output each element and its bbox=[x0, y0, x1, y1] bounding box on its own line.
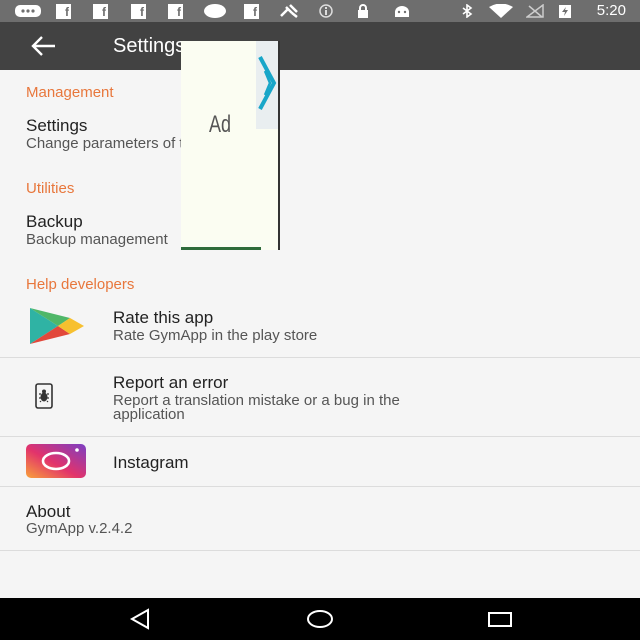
facebook-icon: f bbox=[131, 4, 146, 19]
navigation-bar bbox=[0, 598, 640, 640]
info-icon bbox=[319, 4, 333, 18]
divider bbox=[0, 486, 640, 487]
android-icon bbox=[395, 6, 409, 17]
home-circle-icon[interactable] bbox=[306, 608, 334, 630]
battery-charging-icon bbox=[559, 5, 571, 18]
page-title: Settings bbox=[113, 35, 186, 57]
satellite-icon bbox=[280, 4, 298, 18]
facebook-icon: f bbox=[56, 4, 71, 19]
status-time: 5:20 bbox=[596, 2, 626, 19]
status-bar: f f f f f 5:20 bbox=[0, 0, 640, 22]
item-title-report-error: Report an error bbox=[113, 373, 229, 392]
item-title-about: About bbox=[26, 502, 71, 521]
item-subtitle-backup: Backup management bbox=[26, 231, 168, 248]
facebook-icon: f bbox=[93, 4, 108, 19]
facebook-icon: f bbox=[244, 4, 259, 19]
divider bbox=[0, 357, 640, 358]
ad-banner[interactable]: Ad bbox=[181, 41, 280, 250]
item-title-rate: Rate this app bbox=[113, 308, 214, 327]
play-store-icon bbox=[30, 308, 84, 344]
section-header-utilities: Utilities bbox=[26, 180, 75, 197]
ad-progress-bar bbox=[181, 247, 261, 250]
item-subtitle-about: GymApp v.2.4.2 bbox=[26, 520, 133, 537]
item-title-backup: Backup bbox=[26, 212, 83, 231]
app-bar: Settings bbox=[0, 22, 640, 70]
instagram-icon bbox=[26, 444, 86, 478]
item-subtitle-report-error-line2: application bbox=[113, 406, 185, 423]
recents-square-icon[interactable] bbox=[486, 608, 514, 630]
no-signal-icon bbox=[526, 4, 544, 18]
back-triangle-icon[interactable] bbox=[128, 608, 152, 630]
bluetooth-icon bbox=[462, 4, 473, 18]
section-header-help-developers: Help developers bbox=[26, 276, 135, 293]
divider bbox=[0, 550, 640, 551]
ad-label: Ad bbox=[209, 111, 232, 138]
lock-icon bbox=[358, 4, 368, 18]
bug-report-icon bbox=[35, 383, 53, 409]
item-title-instagram: Instagram bbox=[113, 453, 189, 472]
divider bbox=[0, 436, 640, 437]
section-header-management: Management bbox=[26, 84, 114, 101]
item-title-settings: Settings bbox=[26, 116, 88, 135]
arrow-back-icon[interactable] bbox=[30, 34, 58, 58]
message-icon bbox=[15, 5, 41, 17]
facebook-icon: f bbox=[168, 4, 183, 19]
wifi-icon bbox=[489, 4, 513, 18]
circle-icon bbox=[204, 4, 226, 18]
ad-choices-icon[interactable] bbox=[256, 41, 278, 129]
item-subtitle-rate: Rate GymApp in the play store bbox=[113, 327, 318, 344]
